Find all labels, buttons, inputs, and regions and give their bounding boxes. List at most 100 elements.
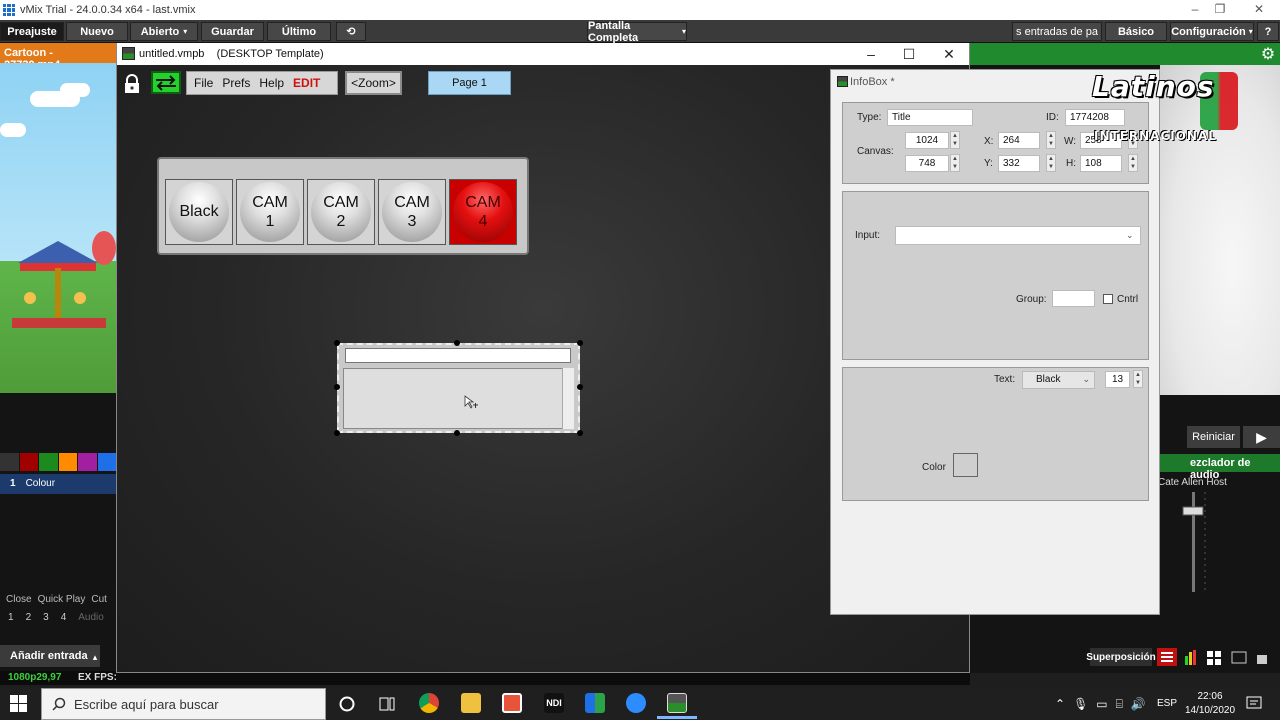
- resize-handle[interactable]: [577, 340, 583, 346]
- taskbar-search-input[interactable]: Escribe aquí para buscar: [41, 688, 326, 720]
- cut-button[interactable]: Cut: [91, 594, 107, 610]
- lock-icon[interactable]: [123, 74, 141, 94]
- text-size-field[interactable]: 13: [1105, 371, 1130, 388]
- file-menu[interactable]: File: [194, 76, 213, 90]
- basico-button[interactable]: Básico: [1105, 22, 1167, 41]
- ultimo-button[interactable]: Último: [267, 22, 331, 41]
- audio-fader[interactable]: [1175, 492, 1215, 592]
- canvas-height-spinner-icon[interactable]: ▲ ▼: [950, 154, 960, 172]
- input-1-button[interactable]: 1: [8, 612, 14, 626]
- chevron-down-icon[interactable]: ⌄: [1126, 230, 1134, 241]
- swatch-dark[interactable]: [0, 453, 19, 471]
- h-field[interactable]: 108: [1080, 155, 1122, 172]
- input-3-button[interactable]: 3: [43, 612, 49, 626]
- vmix-taskbar-icon[interactable]: [667, 693, 687, 713]
- type-field[interactable]: Title: [887, 109, 973, 126]
- chrome-icon[interactable]: [419, 693, 439, 713]
- windows-start-icon[interactable]: [10, 695, 27, 712]
- input-4-button[interactable]: 4: [61, 612, 67, 626]
- zoom-app-icon[interactable]: [626, 693, 646, 713]
- zoom-button[interactable]: <Zoom>: [345, 71, 402, 95]
- nuevo-button[interactable]: Nuevo: [66, 22, 128, 41]
- preview-video[interactable]: [0, 63, 116, 393]
- vmix-maximize-icon[interactable]: ❐: [1205, 2, 1235, 16]
- close-button[interactable]: Close: [6, 594, 32, 610]
- add-input-button[interactable]: Añadir entrada: [0, 645, 100, 667]
- gear-icon[interactable]: ⚙: [1258, 44, 1278, 64]
- input-select[interactable]: [895, 226, 1141, 245]
- superposicion-button[interactable]: Superposición: [1086, 648, 1156, 666]
- quick-play-button[interactable]: Quick Play: [38, 594, 86, 610]
- id-field[interactable]: 1774208: [1065, 109, 1125, 126]
- swatch-blue[interactable]: [97, 453, 116, 471]
- network-icon[interactable]: ⌸: [1116, 697, 1123, 712]
- cortana-icon[interactable]: [338, 695, 356, 713]
- volume-icon[interactable]: 🔊: [1131, 697, 1146, 712]
- canvas-width-field[interactable]: 1024: [905, 132, 949, 149]
- cam-2-button[interactable]: CAM 2: [307, 179, 375, 245]
- color-swatch[interactable]: [953, 453, 978, 477]
- refresh-icon[interactable]: ⟲: [336, 22, 366, 41]
- configuracion-button[interactable]: Configuración ▾: [1170, 22, 1254, 41]
- template-minimize-icon[interactable]: –: [853, 46, 889, 62]
- resize-handle[interactable]: [334, 430, 340, 436]
- template-maximize-icon[interactable]: ☐: [891, 46, 927, 63]
- add-input-dropdown-icon[interactable]: ▴: [88, 645, 102, 667]
- y-field[interactable]: 332: [998, 155, 1040, 172]
- abierto-button[interactable]: Abierto ▾: [130, 22, 198, 41]
- x-spinner-icon[interactable]: ▲ ▼: [1046, 131, 1056, 149]
- canvas-height-field[interactable]: 748: [905, 155, 949, 172]
- cntrl-checkbox[interactable]: [1103, 294, 1113, 304]
- template-close-icon[interactable]: ✕: [931, 46, 967, 63]
- audio-mixer-header[interactable]: ezclador de audio: [1160, 454, 1280, 481]
- x-field[interactable]: 264: [998, 132, 1040, 149]
- app-grid-icon[interactable]: [585, 693, 605, 713]
- black-button[interactable]: Black: [165, 179, 233, 245]
- cam-4-button[interactable]: CAM 4: [449, 179, 517, 245]
- pantalla-completa-button[interactable]: Pantalla Completa ▾: [587, 20, 687, 44]
- h-spinner-icon[interactable]: ▲ ▼: [1128, 154, 1138, 172]
- taskbar-clock[interactable]: 22:06 14/10/2020: [1180, 690, 1240, 718]
- resize-handle[interactable]: [577, 384, 583, 390]
- resize-handle[interactable]: [454, 340, 460, 346]
- vmix-close-icon[interactable]: ✕: [1244, 2, 1274, 16]
- text-color-select[interactable]: Black ⌄: [1022, 371, 1095, 389]
- swatch-red[interactable]: [19, 453, 38, 471]
- resize-handle[interactable]: [454, 430, 460, 436]
- input-row-colour[interactable]: 1 Colour: [0, 474, 116, 494]
- help-button[interactable]: ?: [1257, 22, 1279, 41]
- play-icon[interactable]: ▶: [1243, 426, 1280, 448]
- chevron-up-icon[interactable]: ⌃: [1055, 697, 1065, 712]
- swap-arrows-icon[interactable]: [151, 71, 181, 94]
- title-widget-scrollbar[interactable]: [562, 368, 574, 429]
- language-indicator[interactable]: ESP: [1157, 698, 1177, 709]
- swatch-green[interactable]: [39, 453, 58, 471]
- file-explorer-icon[interactable]: [461, 693, 481, 713]
- audio-button[interactable]: Audio: [78, 612, 104, 626]
- guardar-button[interactable]: Guardar: [201, 22, 264, 41]
- preajuste-button[interactable]: Preajuste: [0, 22, 64, 41]
- page-tab[interactable]: Page 1: [428, 71, 511, 95]
- battery-icon[interactable]: ▭: [1096, 697, 1107, 712]
- group-field[interactable]: [1052, 290, 1095, 307]
- y-spinner-icon[interactable]: ▲ ▼: [1046, 154, 1056, 172]
- title-widget-textbox[interactable]: [343, 368, 574, 429]
- resize-handle[interactable]: [577, 430, 583, 436]
- task-view-icon[interactable]: [378, 695, 396, 713]
- canvas-width-spinner-icon[interactable]: ▲ ▼: [950, 131, 960, 149]
- title-widget-input[interactable]: [345, 348, 571, 363]
- swatch-purple[interactable]: [78, 453, 97, 471]
- reiniciar-button[interactable]: Reiniciar: [1187, 426, 1240, 448]
- resize-handle[interactable]: [334, 384, 340, 390]
- swatch-orange[interactable]: [58, 453, 77, 471]
- resize-handle[interactable]: [334, 340, 340, 346]
- edit-menu[interactable]: EDIT: [293, 76, 320, 90]
- help-menu[interactable]: Help: [259, 76, 284, 90]
- cam-3-button[interactable]: CAM 3: [378, 179, 446, 245]
- app-red-icon[interactable]: [502, 693, 522, 713]
- microphone-icon[interactable]: 🎙: [1073, 697, 1088, 712]
- prefs-menu[interactable]: Prefs: [222, 76, 250, 90]
- input-2-button[interactable]: 2: [26, 612, 32, 626]
- notification-icon[interactable]: [1245, 694, 1263, 712]
- text-size-spinner-icon[interactable]: ▲ ▼: [1133, 370, 1143, 388]
